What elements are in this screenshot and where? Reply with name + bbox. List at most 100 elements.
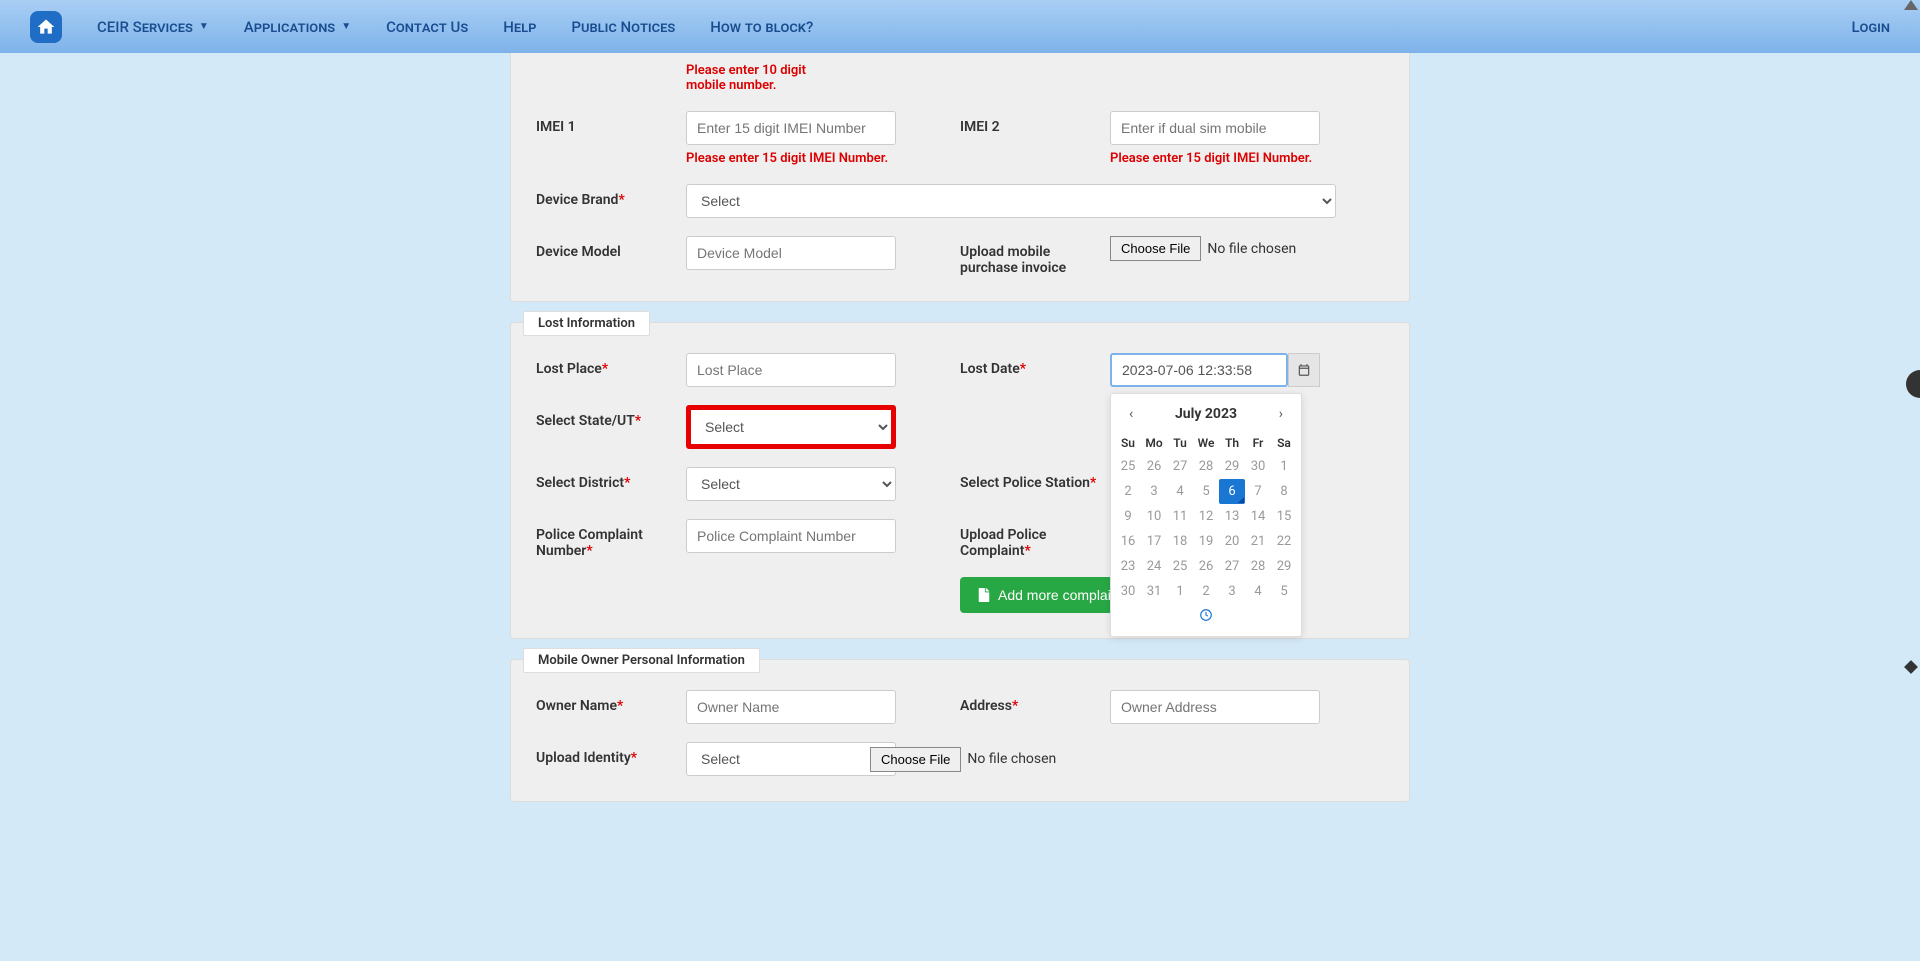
lost-legend: Lost Information [523, 311, 650, 336]
identity-select[interactable]: Select [686, 742, 896, 776]
dp-day-cell[interactable]: 16 [1115, 529, 1141, 554]
calendar-button[interactable] [1288, 353, 1320, 387]
imei2-input[interactable] [1110, 111, 1320, 145]
dp-day-cell[interactable]: 13 [1219, 504, 1245, 529]
dp-day-cell[interactable]: 4 [1167, 479, 1193, 504]
dp-day-cell[interactable]: 21 [1245, 529, 1271, 554]
dp-day-cell[interactable]: 29 [1271, 554, 1297, 579]
nav-label: Help [503, 18, 536, 36]
dp-day-cell[interactable]: 2 [1115, 479, 1141, 504]
lost-date-label: Lost Date* [960, 353, 1110, 377]
nav-help[interactable]: Help [503, 18, 536, 36]
imei2-label: IMEI 2 [960, 111, 1110, 135]
dp-day-cell[interactable]: 31 [1141, 579, 1167, 604]
nav-ceir-services[interactable]: CEIR Services ▼ [97, 18, 209, 36]
address-input[interactable] [1110, 690, 1320, 724]
dp-day-cell[interactable]: 18 [1167, 529, 1193, 554]
identity-choose-button[interactable]: Choose File [870, 747, 961, 772]
dp-day-cell[interactable]: 6 [1219, 479, 1245, 504]
dp-dow-cell: Tu [1167, 432, 1193, 454]
dp-day-cell[interactable]: 29 [1219, 454, 1245, 479]
state-select[interactable]: Select [686, 405, 896, 449]
mobile-error: Please enter 10 digit mobile number. [686, 63, 846, 93]
dp-day-cell[interactable]: 17 [1141, 529, 1167, 554]
dp-next[interactable]: › [1273, 404, 1289, 424]
form-container: Please enter 10 digit mobile number. IME… [510, 53, 1410, 961]
lost-date-input[interactable] [1110, 353, 1288, 387]
scroll-marker[interactable] [1904, 660, 1918, 674]
nav-items: CEIR Services ▼ Applications ▼ Contact U… [97, 18, 1852, 36]
nav-label: Contact Us [386, 18, 468, 36]
dp-day-cell[interactable]: 30 [1115, 579, 1141, 604]
lost-place-input[interactable] [686, 353, 896, 387]
district-label: Select District* [536, 467, 686, 491]
dp-day-cell[interactable]: 8 [1271, 479, 1297, 504]
upload-complaint-label: Upload Police Complaint* [960, 519, 1110, 559]
dp-day-cell[interactable]: 10 [1141, 504, 1167, 529]
district-select[interactable]: Select [686, 467, 896, 501]
scroll-handle[interactable] [1906, 370, 1920, 398]
dp-day-cell[interactable]: 25 [1167, 554, 1193, 579]
dp-dow-cell: Th [1219, 432, 1245, 454]
navbar: CEIR Services ▼ Applications ▼ Contact U… [0, 0, 1920, 53]
lost-section: Lost Information Lost Place* Lost Date* [510, 322, 1410, 639]
dp-day-cell[interactable]: 27 [1167, 454, 1193, 479]
dp-day-cell[interactable]: 26 [1193, 554, 1219, 579]
dp-day-cell[interactable]: 11 [1167, 504, 1193, 529]
imei1-label: IMEI 1 [536, 111, 686, 135]
dp-day-cell[interactable]: 27 [1219, 554, 1245, 579]
dp-day-cell[interactable]: 1 [1271, 454, 1297, 479]
dp-day-cell[interactable]: 5 [1271, 579, 1297, 604]
imei1-input[interactable] [686, 111, 896, 145]
dp-day-cell[interactable]: 25 [1115, 454, 1141, 479]
dp-prev[interactable]: ‹ [1123, 404, 1139, 424]
page-wrapper: Please enter 10 digit mobile number. IME… [0, 53, 1920, 961]
scrollbar[interactable] [1904, 0, 1918, 961]
identity-file-text: No file chosen [967, 751, 1056, 767]
dp-dow-cell: Mo [1141, 432, 1167, 454]
dp-day-cell[interactable]: 15 [1271, 504, 1297, 529]
invoice-choose-button[interactable]: Choose File [1110, 236, 1201, 261]
dp-day-cell[interactable]: 5 [1193, 479, 1219, 504]
model-input[interactable] [686, 236, 896, 270]
dp-day-cell[interactable]: 28 [1193, 454, 1219, 479]
owner-name-input[interactable] [686, 690, 896, 724]
login-link[interactable]: Login [1852, 18, 1890, 36]
home-button[interactable] [30, 11, 62, 43]
dp-day-cell[interactable]: 26 [1141, 454, 1167, 479]
device-section: Please enter 10 digit mobile number. IME… [510, 53, 1410, 302]
imei2-error: Please enter 15 digit IMEI Number. [1110, 151, 1320, 166]
dp-title[interactable]: July 2023 [1175, 406, 1237, 422]
dp-day-cell[interactable]: 4 [1245, 579, 1271, 604]
dp-day-cell[interactable]: 20 [1219, 529, 1245, 554]
imei1-error: Please enter 15 digit IMEI Number. [686, 151, 896, 166]
invoice-label: Upload mobile purchase invoice [960, 236, 1110, 276]
dp-day-cell[interactable]: 28 [1245, 554, 1271, 579]
dp-day-cell[interactable]: 7 [1245, 479, 1271, 504]
dp-day-cell[interactable]: 22 [1271, 529, 1297, 554]
chevron-down-icon: ▼ [199, 21, 209, 32]
dp-day-cell[interactable]: 23 [1115, 554, 1141, 579]
dp-day-cell[interactable]: 2 [1193, 579, 1219, 604]
dp-day-cell[interactable]: 19 [1193, 529, 1219, 554]
dp-day-cell[interactable]: 30 [1245, 454, 1271, 479]
nav-label: Public Notices [571, 18, 675, 36]
address-label: Address* [960, 690, 1110, 714]
dp-day-cell[interactable]: 3 [1219, 579, 1245, 604]
chevron-down-icon: ▼ [341, 21, 351, 32]
dp-clock-button[interactable] [1115, 604, 1297, 630]
dp-day-cell[interactable]: 9 [1115, 504, 1141, 529]
brand-select[interactable]: Select [686, 184, 1336, 218]
nav-public-notices[interactable]: Public Notices [571, 18, 675, 36]
owner-section: Mobile Owner Personal Information Owner … [510, 659, 1410, 802]
dp-day-cell[interactable]: 3 [1141, 479, 1167, 504]
dp-day-cell[interactable]: 24 [1141, 554, 1167, 579]
nav-how-to-block[interactable]: How to block? [710, 18, 813, 36]
complaint-no-input[interactable] [686, 519, 896, 553]
dp-day-cell[interactable]: 1 [1167, 579, 1193, 604]
scroll-up-icon[interactable] [1904, 0, 1918, 10]
dp-day-cell[interactable]: 14 [1245, 504, 1271, 529]
nav-applications[interactable]: Applications ▼ [244, 18, 351, 36]
dp-day-cell[interactable]: 12 [1193, 504, 1219, 529]
nav-contact-us[interactable]: Contact Us [386, 18, 468, 36]
